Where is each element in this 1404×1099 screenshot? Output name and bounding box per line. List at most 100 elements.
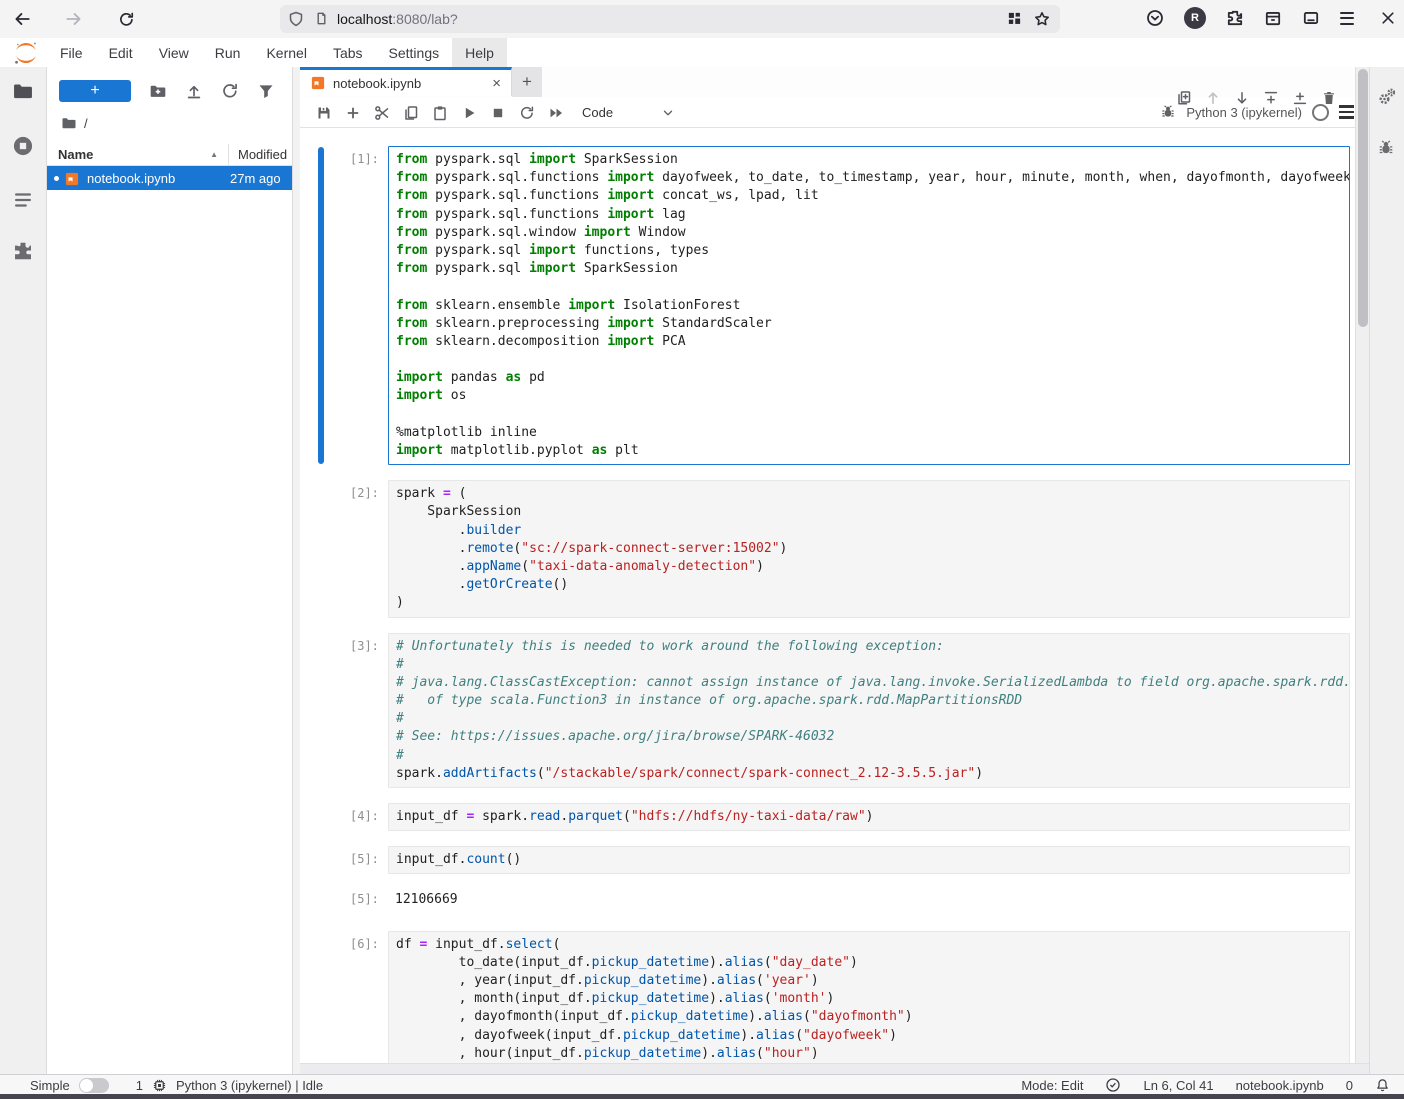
cell-editor[interactable]: from pyspark.sql import SparkSessionfrom… [388, 146, 1350, 465]
extension-icon[interactable] [12, 240, 34, 262]
run-icon[interactable] [461, 104, 477, 120]
delete-icon[interactable] [1321, 89, 1337, 107]
column-modified[interactable]: Modified [229, 144, 292, 165]
vertical-scrollbar[interactable] [1355, 67, 1370, 1064]
paste-icon[interactable] [432, 104, 448, 120]
notebook-cell[interactable]: [3]:# Unfortunately this is needed to wo… [318, 633, 1350, 789]
menu-view[interactable]: View [146, 38, 202, 67]
running-sessions-icon[interactable] [12, 135, 34, 157]
gears-icon[interactable] [1377, 87, 1397, 107]
file-browser-icon[interactable] [12, 80, 34, 102]
file-row-selected[interactable]: notebook.ipynb 27m ago [47, 166, 292, 190]
cell-collapser[interactable] [318, 804, 324, 830]
code-line: , year(input_df.pickup_datetime).alias('… [396, 972, 1342, 990]
debugger-icon[interactable] [1160, 104, 1176, 121]
copy-icon[interactable] [403, 104, 419, 120]
code-line: SparkSession [396, 503, 1342, 521]
code-line: from sklearn.ensemble import IsolationFo… [396, 297, 1342, 315]
notebook-cell[interactable]: [4]:input_df = spark.read.parquet("hdfs:… [318, 803, 1350, 831]
pocket-icon[interactable] [1146, 9, 1164, 27]
cell-editor[interactable]: input_df.count() [388, 846, 1350, 874]
scrollbar-thumb[interactable] [1358, 69, 1368, 327]
back-icon[interactable] [10, 7, 34, 31]
code-line: from pyspark.sql import functions, types [396, 242, 1342, 260]
simple-mode-toggle[interactable] [79, 1078, 109, 1093]
insert-above-icon[interactable] [1263, 89, 1279, 107]
save-icon[interactable] [316, 104, 332, 120]
shield-icon[interactable] [288, 10, 304, 28]
notification-count[interactable]: 0 [1346, 1078, 1353, 1093]
column-name[interactable]: Name▲ [47, 144, 229, 165]
grid-icon[interactable] [1007, 10, 1022, 28]
cell-editor[interactable]: spark = ( SparkSession .builder .remote(… [388, 480, 1350, 617]
restart-icon[interactable] [519, 104, 535, 120]
code-line [396, 406, 1342, 424]
code-line: from sklearn.decomposition import PCA [396, 333, 1342, 351]
new-folder-icon[interactable] [149, 82, 167, 100]
cut-icon[interactable] [374, 104, 390, 120]
tab-close-icon[interactable]: × [492, 75, 501, 92]
breadcrumb[interactable]: / [61, 115, 88, 131]
cell-editor[interactable]: df = input_df.select( to_date(input_df.p… [388, 931, 1350, 1064]
toc-icon[interactable] [12, 189, 34, 211]
menu-icon[interactable] [1340, 12, 1354, 25]
account-avatar[interactable]: R [1184, 7, 1206, 29]
code-line: from sklearn.preprocessing import Standa… [396, 315, 1342, 333]
star-icon[interactable] [1034, 10, 1050, 28]
cell-type-select[interactable]: Code [582, 104, 675, 120]
breadcrumb-root[interactable]: / [84, 116, 88, 131]
move-up-icon[interactable] [1205, 89, 1221, 107]
code-line: import pandas as pd [396, 369, 1342, 387]
menu-settings[interactable]: Settings [376, 38, 453, 67]
filter-icon[interactable] [257, 82, 275, 100]
forward-icon[interactable] [62, 7, 86, 31]
cell-collapser[interactable] [318, 147, 324, 464]
page-icon[interactable] [314, 10, 329, 28]
add-cell-icon[interactable] [345, 104, 361, 120]
window-icon[interactable] [1302, 9, 1320, 27]
cell-collapser[interactable] [318, 481, 324, 616]
menu-kernel[interactable]: Kernel [253, 38, 319, 67]
horizontal-scrollbar[interactable] [300, 1063, 1370, 1074]
new-tab-button[interactable]: + [512, 67, 542, 97]
bell-icon[interactable] [1375, 1077, 1390, 1093]
shield-check-icon[interactable] [1105, 1077, 1121, 1094]
mode-indicator[interactable]: Mode: Edit [1021, 1078, 1083, 1093]
archive-icon[interactable] [1264, 9, 1282, 27]
move-down-icon[interactable] [1234, 89, 1250, 107]
toolbar-menu-icon[interactable] [1339, 105, 1354, 118]
notebook-cell[interactable]: [5]:input_df.count() [318, 846, 1350, 874]
debugger-panel-icon[interactable] [1377, 139, 1397, 159]
close-icon[interactable] [1380, 9, 1396, 27]
cell-collapser[interactable] [318, 634, 324, 788]
menu-edit[interactable]: Edit [96, 38, 146, 67]
reload-icon[interactable] [114, 7, 138, 31]
notebook-cell[interactable]: [2]:spark = ( SparkSession .builder .rem… [318, 480, 1350, 617]
jupyter-logo [13, 40, 39, 66]
cell-collapser[interactable] [318, 932, 324, 1064]
menu-run[interactable]: Run [202, 38, 254, 67]
menu-tabs[interactable]: Tabs [320, 38, 376, 67]
cursor-position[interactable]: Ln 6, Col 41 [1143, 1078, 1213, 1093]
cell-editor[interactable]: input_df = spark.read.parquet("hdfs://hd… [388, 803, 1350, 831]
upload-icon[interactable] [185, 82, 203, 100]
menu-file[interactable]: File [47, 38, 96, 67]
url-bar[interactable]: localhost:8080/lab? [280, 5, 1060, 33]
duplicate-icon[interactable] [1176, 89, 1192, 107]
stop-icon[interactable] [490, 104, 506, 120]
insert-below-icon[interactable] [1292, 89, 1308, 107]
run-all-icon[interactable] [548, 104, 564, 120]
refresh-icon[interactable] [221, 82, 239, 100]
notebook-cell[interactable]: [1]:from pyspark.sql import SparkSession… [318, 146, 1350, 465]
puzzle-icon[interactable] [1226, 9, 1244, 27]
tab-notebook[interactable]: notebook.ipynb × [300, 67, 512, 96]
new-launcher-button[interactable]: + [59, 80, 131, 102]
cell-editor[interactable]: # Unfortunately this is needed to work a… [388, 633, 1350, 789]
cell-collapser[interactable] [318, 847, 324, 873]
kernel-status-text[interactable]: Python 3 (ipykernel) | Idle [176, 1078, 323, 1093]
url-text[interactable]: localhost:8080/lab? [337, 11, 1007, 27]
code-line: input_df.count() [396, 851, 1342, 869]
notebook-cell[interactable]: [6]:df = input_df.select( to_date(input_… [318, 931, 1350, 1064]
menu-help[interactable]: Help [452, 38, 507, 67]
cell-prompt: [2]: [350, 480, 388, 617]
